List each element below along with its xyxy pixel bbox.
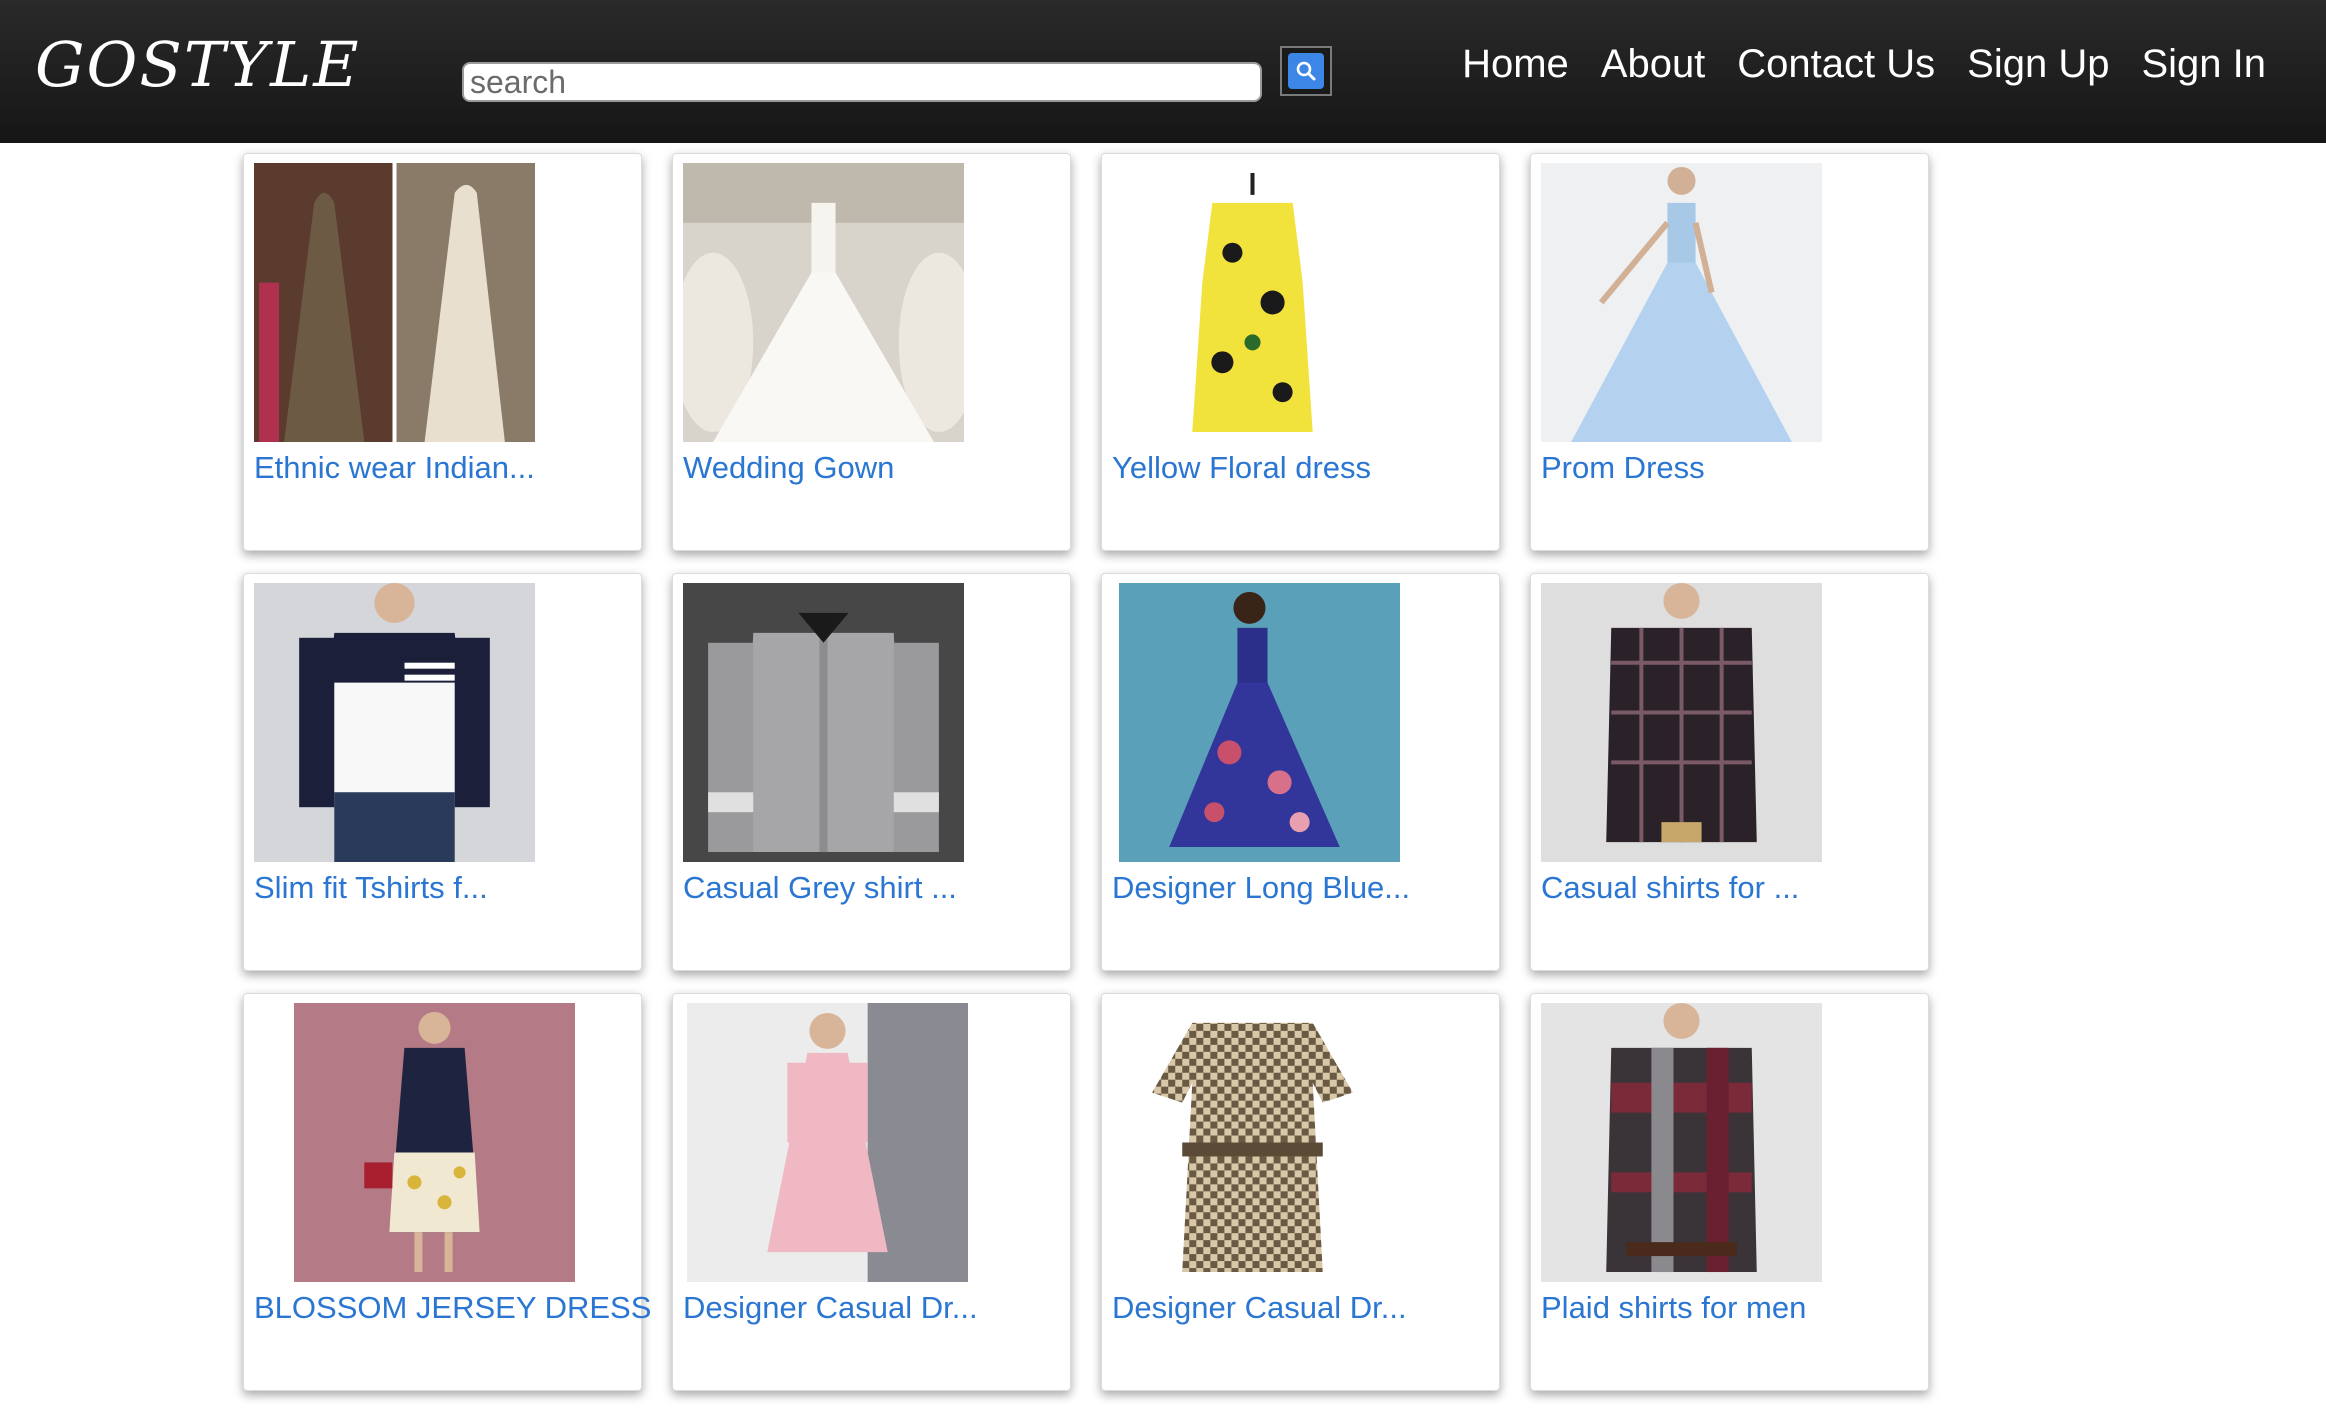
product-image[interactable] <box>1112 163 1393 442</box>
product-title[interactable]: Designer Casual Dr... <box>1112 1290 1407 1326</box>
product-card[interactable]: Wedding Gown <box>672 153 1071 551</box>
product-title[interactable]: Designer Long Blue... <box>1112 870 1410 906</box>
product-card[interactable]: Casual Grey shirt ... <box>672 573 1071 971</box>
product-card[interactable]: Designer Casual Dr... <box>1101 993 1500 1391</box>
product-image[interactable] <box>254 583 535 862</box>
product-image[interactable] <box>1112 1003 1393 1282</box>
product-card[interactable]: Yellow Floral dress <box>1101 153 1500 551</box>
nav-home[interactable]: Home <box>1462 42 1569 87</box>
product-title[interactable]: Casual Grey shirt ... <box>683 870 957 906</box>
search-button[interactable] <box>1280 46 1332 96</box>
product-card[interactable]: Casual shirts for ... <box>1530 573 1929 971</box>
product-title[interactable]: Prom Dress <box>1541 450 1705 486</box>
product-title[interactable]: BLOSSOM JERSEY DRESS <box>254 1290 651 1326</box>
product-card[interactable]: BLOSSOM JERSEY DRESS <box>243 993 651 1391</box>
product-card[interactable]: Designer Long Blue... <box>1101 573 1500 971</box>
product-title[interactable]: Designer Casual Dr... <box>683 1290 978 1326</box>
site-logo[interactable]: GOSTYLE <box>35 28 361 101</box>
product-title[interactable]: Ethnic wear Indian... <box>254 450 535 486</box>
product-title[interactable]: Yellow Floral dress <box>1112 450 1371 486</box>
product-image[interactable] <box>254 163 535 442</box>
product-image[interactable] <box>294 1003 575 1282</box>
product-image[interactable] <box>683 163 964 442</box>
product-image[interactable] <box>1541 583 1822 862</box>
product-title[interactable]: Slim fit Tshirts f... <box>254 870 488 906</box>
product-image[interactable] <box>1541 1003 1822 1282</box>
product-card[interactable]: Designer Casual Dr... <box>672 993 1071 1391</box>
product-title[interactable]: Casual shirts for ... <box>1541 870 1799 906</box>
search-input[interactable] <box>462 62 1262 102</box>
product-title[interactable]: Wedding Gown <box>683 450 894 486</box>
nav-contact-us[interactable]: Contact Us <box>1737 42 1935 87</box>
nav-sign-in[interactable]: Sign In <box>2141 42 2266 87</box>
product-card[interactable]: Prom Dress <box>1530 153 1929 551</box>
product-card[interactable]: Slim fit Tshirts f... <box>243 573 642 971</box>
product-image[interactable] <box>683 583 964 862</box>
product-image[interactable] <box>1119 583 1400 862</box>
nav-about[interactable]: About <box>1601 42 1706 87</box>
product-card[interactable]: Ethnic wear Indian... <box>243 153 642 551</box>
nav-sign-up[interactable]: Sign Up <box>1967 42 2109 87</box>
product-image[interactable] <box>687 1003 968 1282</box>
main-nav: Home About Contact Us Sign Up Sign In <box>1462 42 2266 87</box>
product-grid: Ethnic wear Indian... Wedding Gown Yello… <box>243 153 1929 1391</box>
top-navbar: GOSTYLE Home About Contact Us Sign Up Si… <box>0 0 2326 143</box>
product-title[interactable]: Plaid shirts for men <box>1541 1290 1806 1326</box>
product-image[interactable] <box>1541 163 1822 442</box>
search-icon <box>1288 53 1324 89</box>
product-card[interactable]: Plaid shirts for men <box>1530 993 1929 1391</box>
